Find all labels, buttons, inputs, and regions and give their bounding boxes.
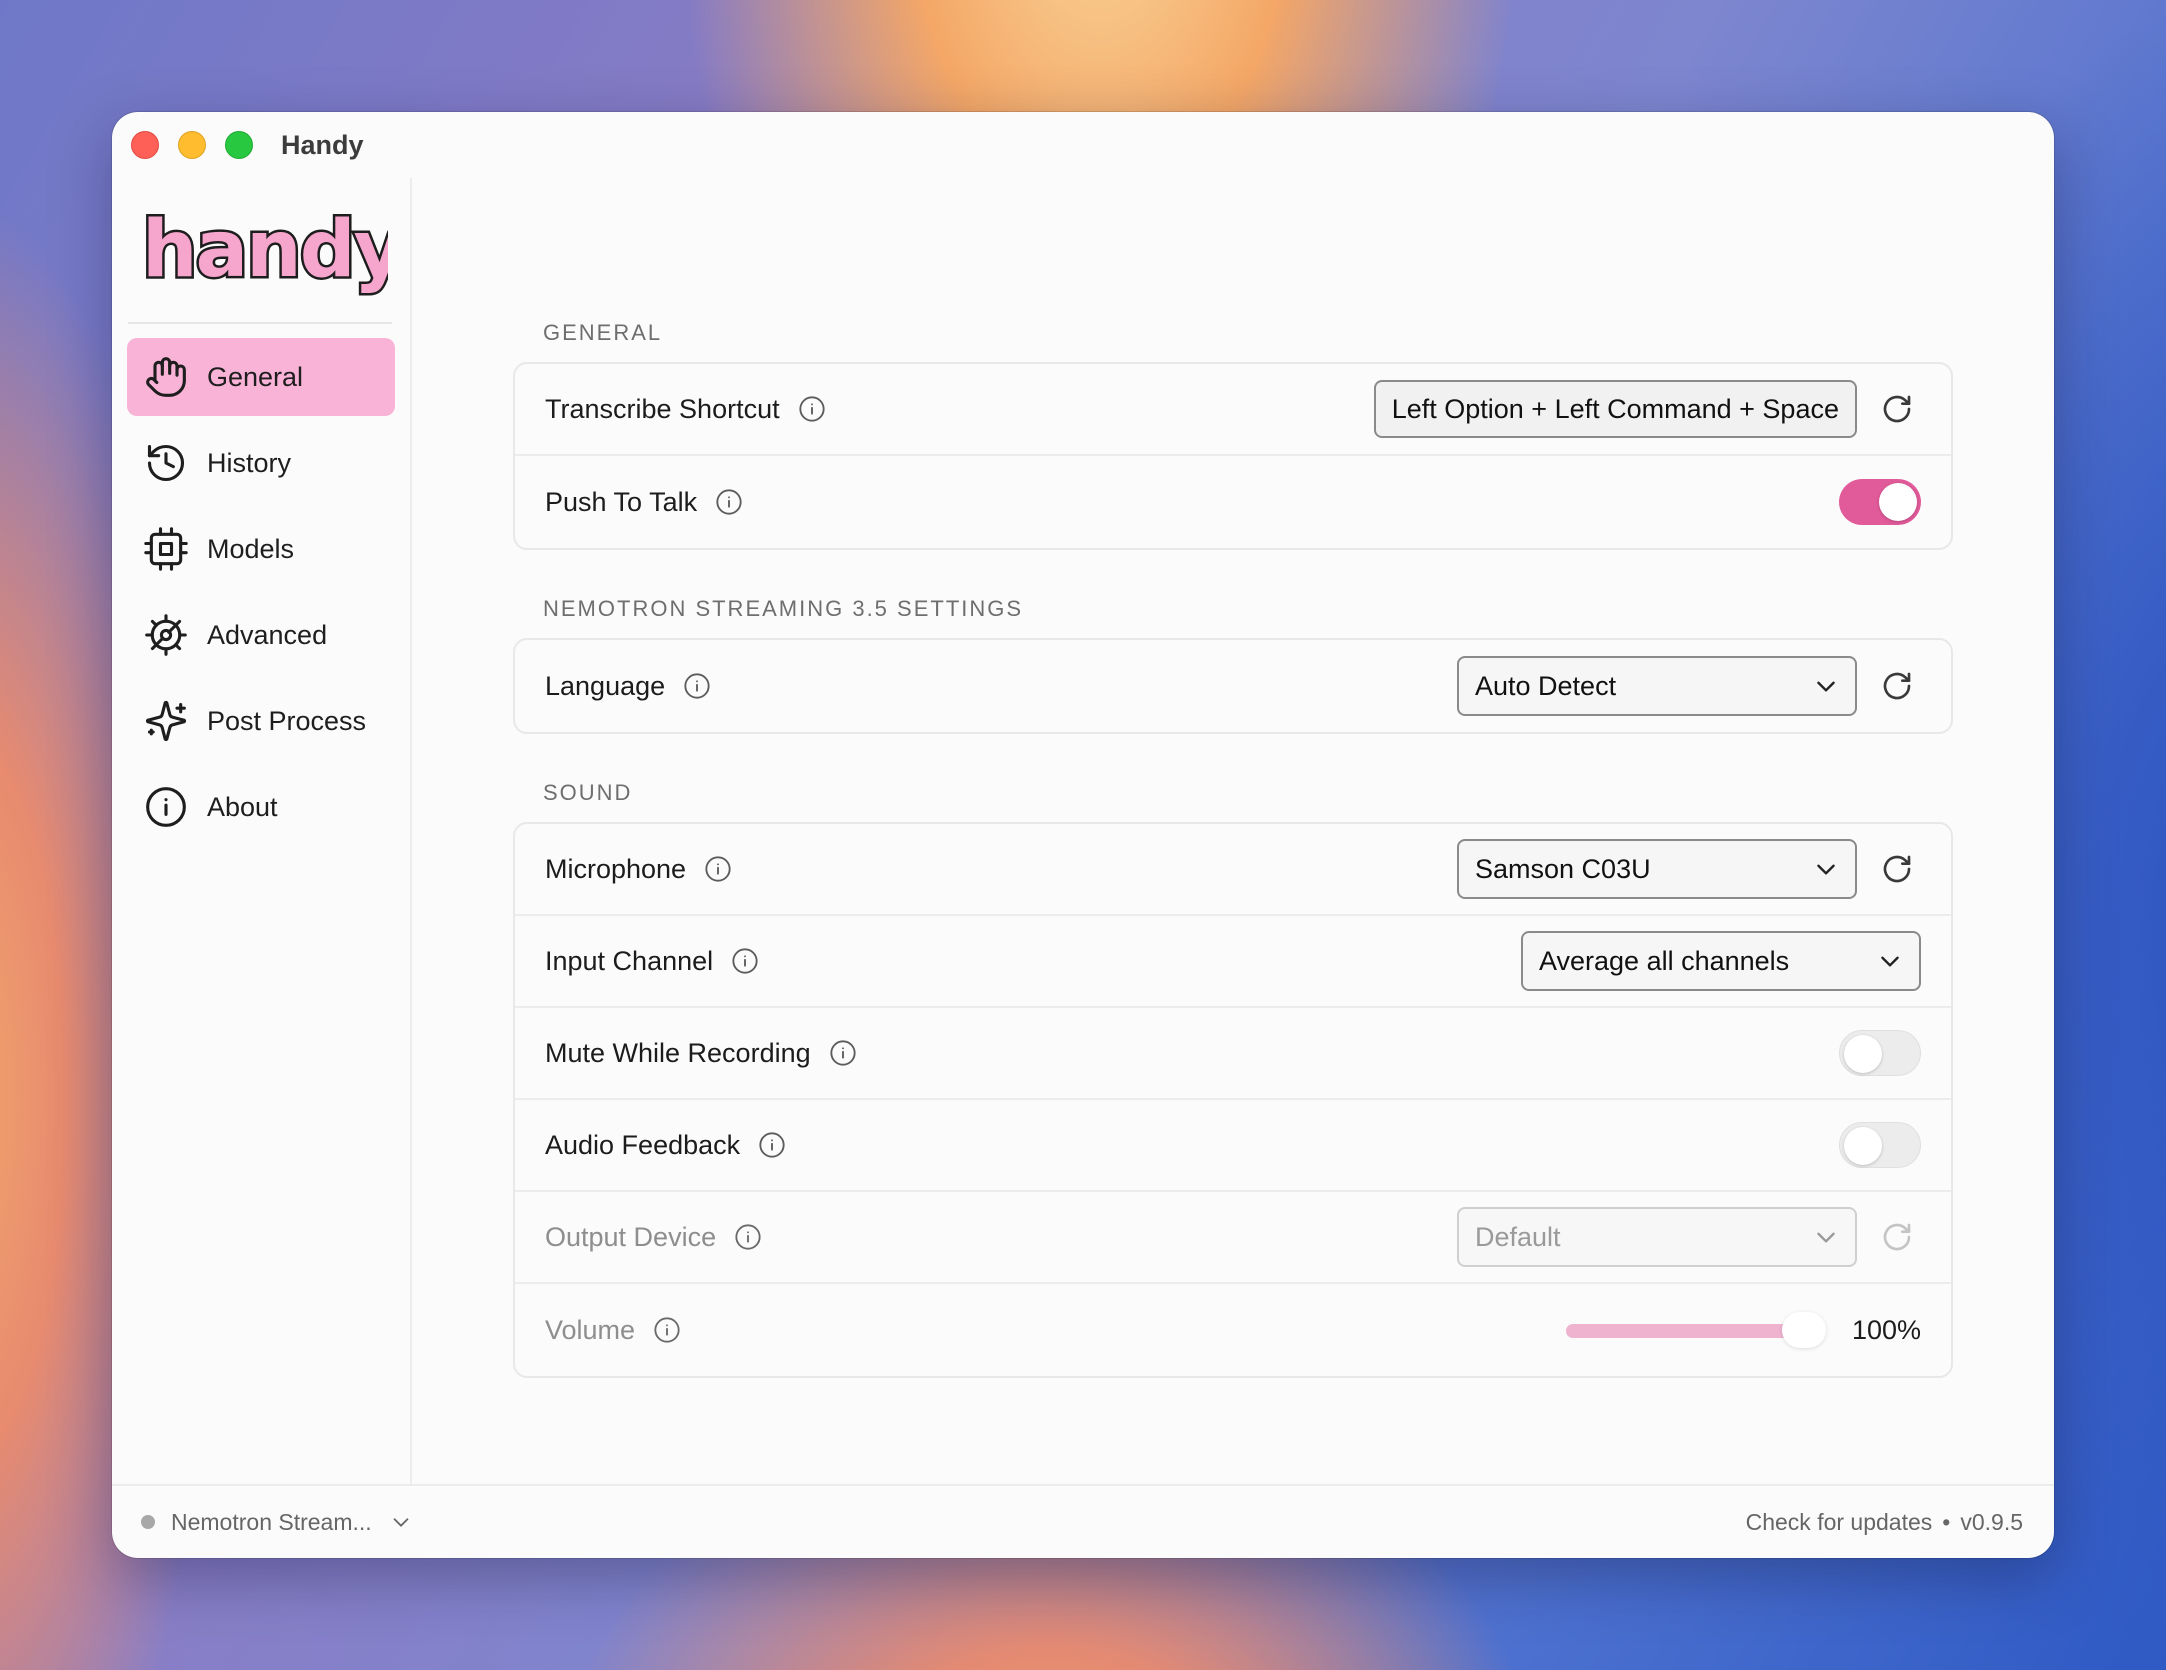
- info-icon[interactable]: [653, 1316, 681, 1344]
- handy-logo: handy: [138, 202, 409, 302]
- microphone-value: Samson C03U: [1475, 853, 1651, 884]
- sidebar: handy General History Models Advanced Po…: [112, 178, 412, 1484]
- slider-thumb[interactable]: [1781, 1312, 1826, 1348]
- chevron-down-icon: [1813, 1224, 1839, 1250]
- close-button[interactable]: [131, 131, 159, 159]
- microphone-row: Microphone Samson C03U: [515, 824, 1951, 916]
- status-footer: Nemotron Stream... Check for updates • v…: [112, 1484, 2054, 1558]
- output-device-value: Default: [1475, 1221, 1561, 1252]
- sidebar-item-about[interactable]: About: [127, 768, 395, 846]
- info-icon[interactable]: [704, 855, 732, 883]
- language-label: Language: [545, 670, 666, 701]
- reset-icon[interactable]: [1881, 670, 1913, 702]
- version-label: v0.9.5: [1960, 1508, 2023, 1535]
- hand-icon: [143, 354, 189, 400]
- footer-right: Check for updates • v0.9.5: [1746, 1509, 2023, 1536]
- reset-icon[interactable]: [1881, 1221, 1913, 1253]
- sidebar-item-models[interactable]: Models: [127, 510, 395, 588]
- model-selector[interactable]: Nemotron Stream...: [171, 1509, 372, 1536]
- push-to-talk-row: Push To Talk: [515, 456, 1951, 548]
- sidebar-item-general[interactable]: General: [127, 338, 395, 416]
- model-settings-card: Language Auto Detect: [513, 638, 1953, 734]
- toggle-knob: [1879, 483, 1917, 521]
- sidebar-item-label: Advanced: [207, 619, 328, 650]
- settings-content: GENERAL Transcribe Shortcut Left Option …: [412, 178, 2054, 1484]
- info-icon[interactable]: [731, 947, 759, 975]
- sidebar-item-label: About: [207, 791, 278, 822]
- sparkles-icon: [143, 698, 189, 744]
- push-to-talk-label: Push To Talk: [545, 486, 698, 517]
- general-card: Transcribe Shortcut Left Option + Left C…: [513, 362, 1953, 550]
- section-title-model-settings: NEMOTRON STREAMING 3.5 SETTINGS: [543, 596, 1024, 621]
- language-select[interactable]: Auto Detect: [1457, 656, 1857, 716]
- transcribe-shortcut-button[interactable]: Left Option + Left Command + Space: [1373, 380, 1857, 438]
- traffic-lights: [131, 131, 253, 159]
- info-icon[interactable]: [683, 672, 711, 700]
- section-title-sound: SOUND: [543, 780, 633, 805]
- toggle-knob: [1844, 1127, 1882, 1165]
- info-icon[interactable]: [715, 488, 743, 516]
- gear-icon: [143, 612, 189, 658]
- mute-while-recording-row: Mute While Recording: [515, 1008, 1951, 1100]
- sidebar-item-label: General: [207, 361, 304, 392]
- audio-feedback-row: Audio Feedback: [515, 1100, 1951, 1192]
- volume-label: Volume: [545, 1314, 636, 1345]
- audio-feedback-label: Audio Feedback: [545, 1129, 741, 1160]
- chevron-down-icon: [1877, 948, 1903, 974]
- app-window: Handy handy General History Models Advan…: [112, 112, 2054, 1558]
- title-bar: Handy: [112, 112, 2054, 178]
- transcribe-shortcut-row: Transcribe Shortcut Left Option + Left C…: [515, 364, 1951, 456]
- language-row: Language Auto Detect: [515, 640, 1951, 732]
- section-title-general: GENERAL: [543, 320, 663, 345]
- chevron-down-icon[interactable]: [390, 1511, 412, 1533]
- info-icon[interactable]: [758, 1131, 786, 1159]
- slider-fill: [1565, 1324, 1804, 1338]
- output-device-select[interactable]: Default: [1457, 1207, 1857, 1267]
- reset-icon[interactable]: [1881, 393, 1913, 425]
- window-title: Handy: [281, 129, 364, 160]
- volume-value: 100%: [1851, 1314, 1921, 1345]
- toggle-knob: [1844, 1035, 1882, 1073]
- sidebar-item-history[interactable]: History: [127, 424, 395, 502]
- footer-separator: •: [1942, 1508, 1951, 1535]
- volume-row: Volume 100%: [515, 1284, 1951, 1376]
- audio-feedback-toggle[interactable]: [1839, 1122, 1921, 1168]
- sidebar-item-label: Models: [207, 533, 295, 564]
- info-icon[interactable]: [734, 1223, 762, 1251]
- sound-card: Microphone Samson C03U Input Channel Ave…: [513, 822, 1953, 1378]
- microphone-label: Microphone: [545, 853, 687, 884]
- minimize-button[interactable]: [178, 131, 206, 159]
- language-value: Auto Detect: [1475, 670, 1617, 701]
- chevron-down-icon: [1813, 856, 1839, 882]
- sidebar-item-label: History: [207, 447, 292, 478]
- microphone-select[interactable]: Samson C03U: [1457, 839, 1857, 899]
- output-device-label: Output Device: [545, 1221, 717, 1252]
- input-channel-select[interactable]: Average all channels: [1521, 931, 1921, 991]
- info-circle-icon: [143, 784, 189, 830]
- info-icon[interactable]: [798, 395, 826, 423]
- sidebar-item-post-process[interactable]: Post Process: [127, 682, 395, 760]
- chevron-down-icon: [1813, 673, 1839, 699]
- check-for-updates-link[interactable]: Check for updates: [1746, 1509, 1933, 1536]
- model-status-dot: [141, 1515, 155, 1529]
- sidebar-item-advanced[interactable]: Advanced: [127, 596, 395, 674]
- logo-divider: [128, 322, 392, 324]
- reset-icon[interactable]: [1881, 853, 1913, 885]
- mute-while-recording-toggle[interactable]: [1839, 1030, 1921, 1076]
- mute-while-recording-label: Mute While Recording: [545, 1037, 811, 1068]
- sidebar-nav: General History Models Advanced Post Pro…: [127, 338, 395, 854]
- sidebar-item-label: Post Process: [207, 705, 367, 736]
- transcribe-shortcut-label: Transcribe Shortcut: [545, 393, 780, 424]
- input-channel-label: Input Channel: [545, 945, 714, 976]
- input-channel-value: Average all channels: [1539, 945, 1790, 976]
- volume-slider[interactable]: [1565, 1310, 1826, 1350]
- history-icon: [143, 440, 189, 486]
- zoom-button[interactable]: [225, 131, 253, 159]
- input-channel-row: Input Channel Average all channels: [515, 916, 1951, 1008]
- info-icon[interactable]: [829, 1039, 857, 1067]
- cpu-icon: [143, 526, 189, 572]
- output-device-row: Output Device Default: [515, 1192, 1951, 1284]
- push-to-talk-toggle[interactable]: [1839, 479, 1921, 525]
- logo-wordmark: handy: [142, 205, 388, 295]
